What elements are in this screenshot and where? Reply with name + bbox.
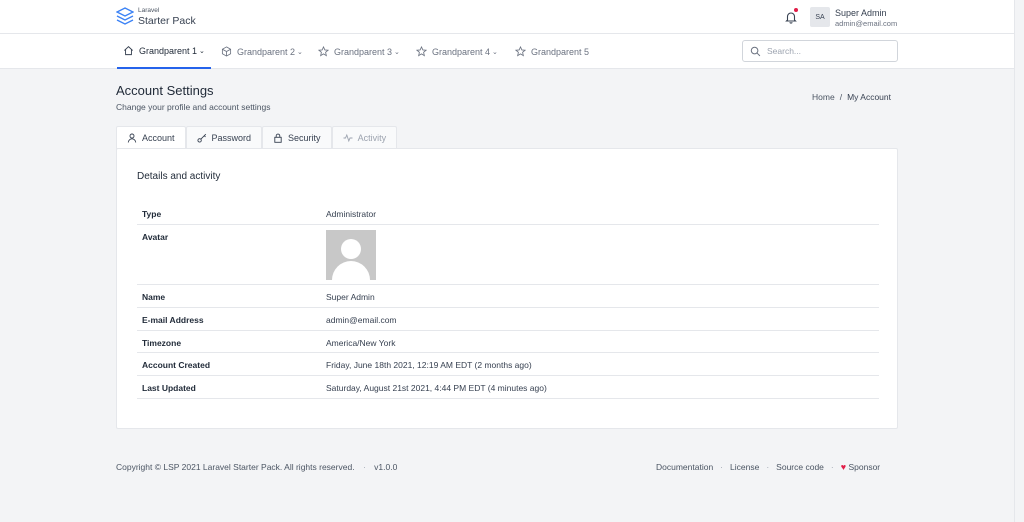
user-icon bbox=[127, 133, 137, 143]
nav-label: Grandparent 3 bbox=[334, 46, 393, 57]
sponsor-label: Sponsor bbox=[848, 462, 881, 472]
lock-icon bbox=[274, 133, 282, 143]
nav-item-grandparent-2[interactable]: Grandparent 2 ⌄ bbox=[215, 34, 309, 69]
breadcrumb: Home / My Account bbox=[812, 92, 891, 102]
heart-icon: ♥ bbox=[840, 462, 847, 472]
detail-label: Avatar bbox=[142, 232, 169, 242]
footer-link-source-code[interactable]: Source code bbox=[776, 462, 824, 472]
nav-item-grandparent-1[interactable]: Grandparent 1 ⌄ bbox=[117, 34, 211, 69]
star-icon bbox=[416, 46, 427, 57]
tab-account[interactable]: Account bbox=[116, 126, 186, 149]
detail-label: Timezone bbox=[142, 338, 182, 348]
detail-value: Saturday, August 21st 2021, 4:44 PM EDT … bbox=[326, 383, 547, 393]
stack-logo-icon bbox=[116, 7, 134, 25]
detail-row-timezone: Timezone America/New York bbox=[137, 331, 879, 353]
chevron-down-icon: ⌄ bbox=[199, 47, 205, 55]
page-scrollbar[interactable] bbox=[1014, 0, 1024, 522]
cube-icon bbox=[221, 46, 232, 57]
details-card: Details and activity Type Administrator … bbox=[116, 148, 898, 429]
tab-label: Activity bbox=[357, 133, 387, 143]
search-icon bbox=[750, 46, 761, 56]
nav-item-grandparent-3[interactable]: Grandparent 3 ⌄ bbox=[312, 34, 406, 69]
chevron-down-icon: ⌄ bbox=[492, 48, 498, 56]
detail-value: Super Admin bbox=[326, 292, 375, 302]
detail-value: America/New York bbox=[326, 338, 396, 348]
star-icon bbox=[318, 46, 329, 57]
search-box[interactable] bbox=[742, 40, 898, 62]
settings-tabs: Account Password Security Activity bbox=[116, 126, 398, 149]
footer-links: Documentation · License · Source code · … bbox=[656, 462, 880, 472]
nav-item-grandparent-5[interactable]: Grandparent 5 bbox=[509, 34, 595, 69]
activity-icon bbox=[343, 133, 353, 143]
footer-link-license[interactable]: License bbox=[730, 462, 759, 472]
detail-row-type: Type Administrator bbox=[137, 202, 879, 225]
detail-label: Type bbox=[142, 209, 162, 219]
brand-line-2: Starter Pack bbox=[138, 14, 196, 27]
avatar-image bbox=[326, 230, 376, 280]
tab-label: Account bbox=[142, 133, 175, 143]
detail-row-name: Name Super Admin bbox=[137, 285, 879, 308]
footer-copyright: Copyright © LSP 2021 Laravel Starter Pac… bbox=[116, 462, 397, 472]
breadcrumb-separator: / bbox=[839, 92, 843, 102]
details-table: Type Administrator Avatar Name Super Adm… bbox=[137, 202, 879, 399]
chevron-down-icon: ⌄ bbox=[297, 48, 303, 56]
detail-row-email: E-mail Address admin@email.com bbox=[137, 308, 879, 331]
detail-value: Friday, June 18th 2021, 12:19 AM EDT (2 … bbox=[326, 360, 532, 370]
footer-separator: · bbox=[362, 462, 366, 472]
breadcrumb-current: My Account bbox=[847, 92, 891, 102]
tab-password[interactable]: Password bbox=[185, 126, 263, 149]
nav-item-grandparent-4[interactable]: Grandparent 4 ⌄ bbox=[410, 34, 504, 69]
search-input[interactable] bbox=[767, 46, 887, 56]
copyright-text: Copyright © LSP 2021 Laravel Starter Pac… bbox=[116, 462, 355, 472]
key-icon bbox=[196, 133, 206, 143]
page-title: Account Settings bbox=[116, 83, 214, 98]
tab-security[interactable]: Security bbox=[262, 126, 332, 149]
footer-separator: · bbox=[766, 462, 770, 472]
bell-icon[interactable] bbox=[784, 10, 798, 24]
nav-label: Grandparent 5 bbox=[531, 46, 590, 57]
home-icon bbox=[124, 46, 133, 56]
main-navbar: Grandparent 1 ⌄ Grandparent 2 ⌄ Grandpar… bbox=[0, 34, 1014, 69]
detail-label: E-mail Address bbox=[142, 315, 204, 325]
detail-label: Name bbox=[142, 292, 166, 302]
card-title: Details and activity bbox=[137, 171, 221, 182]
footer-link-sponsor[interactable]: ♥ Sponsor bbox=[841, 462, 880, 472]
footer-separator: · bbox=[720, 462, 724, 472]
version-label: v1.0.0 bbox=[374, 462, 398, 472]
brand-logo[interactable]: Laravel Starter Pack bbox=[116, 7, 196, 27]
default-avatar-icon bbox=[332, 239, 370, 280]
detail-label: Account Created bbox=[142, 360, 211, 370]
breadcrumb-home[interactable]: Home bbox=[812, 92, 835, 102]
detail-value: Administrator bbox=[326, 209, 377, 219]
detail-label: Last Updated bbox=[142, 383, 196, 393]
detail-row-updated: Last Updated Saturday, August 21st 2021,… bbox=[137, 376, 879, 399]
nav-label: Grandparent 4 bbox=[432, 46, 491, 57]
star-icon bbox=[515, 46, 526, 57]
detail-row-avatar: Avatar bbox=[137, 225, 879, 285]
footer-separator: · bbox=[830, 462, 834, 472]
footer-link-documentation[interactable]: Documentation bbox=[656, 462, 713, 472]
detail-value: admin@email.com bbox=[326, 315, 397, 325]
user-avatar[interactable]: SA bbox=[810, 7, 830, 27]
top-header: Laravel Starter Pack SA Super Admin admi… bbox=[0, 0, 1014, 34]
tab-activity[interactable]: Activity bbox=[331, 126, 398, 149]
user-email: admin@email.com bbox=[835, 19, 898, 28]
detail-row-created: Account Created Friday, June 18th 2021, … bbox=[137, 353, 879, 376]
user-name[interactable]: Super Admin bbox=[835, 8, 887, 18]
notification-dot bbox=[794, 8, 798, 12]
tab-label: Password bbox=[211, 133, 252, 143]
chevron-down-icon: ⌄ bbox=[394, 48, 400, 56]
page-subtitle: Change your profile and account settings bbox=[116, 102, 271, 112]
brand-line-1: Laravel bbox=[138, 7, 160, 14]
tab-label: Security bbox=[288, 133, 321, 143]
nav-label: Grandparent 2 bbox=[237, 46, 296, 57]
nav-label: Grandparent 1 bbox=[139, 45, 198, 56]
